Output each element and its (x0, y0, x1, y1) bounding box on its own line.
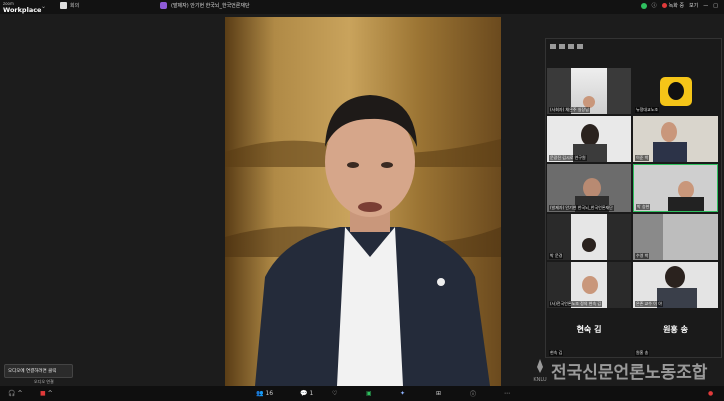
video-button[interactable]: ■ ^ (40, 389, 53, 398)
info-icon: ⓘ (470, 391, 477, 398)
participant-tile[interactable]: 은존 교수 이 야 (633, 262, 718, 308)
gallery-toolbar (546, 39, 721, 53)
heart-icon: ♡ (332, 390, 338, 397)
participant-tile[interactable]: 박 문경 (547, 214, 631, 260)
participant-tile[interactable]: 원홍 송 원홍 송 (633, 310, 718, 357)
home-tab[interactable]: 회의 (60, 2, 79, 9)
react-button[interactable]: ♡ (332, 389, 337, 398)
zoom-brand[interactable]: zoom Workplace (3, 1, 41, 13)
participant-tile[interactable]: (사회자) 채은주 실장님 (547, 68, 631, 114)
gallery-view-icon[interactable] (550, 43, 556, 49)
title-bar: zoom Workplace ⌄ 회의 (발제자) 안기현 한국뇌_한국언론재단… (0, 0, 724, 14)
participant-tile[interactable]: 수영 박 (633, 214, 718, 260)
tooltip-text: 오디오에 연결하려면 클릭 (8, 369, 57, 374)
participant-tile[interactable]: (발제자) 안기현 한국뇌_한국언론재단 (547, 164, 631, 212)
union-watermark: KNLU 전국신문언론노동조합 (533, 358, 707, 383)
whiteboard-button[interactable]: ⓘ (470, 389, 476, 398)
top-right-controls: ⓘ 녹화 중 보기 — □ (640, 2, 718, 9)
record-label: 녹화 중 (668, 3, 685, 9)
home-icon (60, 2, 67, 9)
participant-name: 박 문경 (549, 253, 564, 259)
chevron-up-icon[interactable]: ^ (48, 390, 53, 397)
collapse-icon[interactable] (577, 43, 583, 49)
record-dot-icon (661, 3, 667, 8)
ai-companion-button[interactable]: ✦ (400, 389, 405, 398)
participant-big-name: 원홍 송 (663, 325, 688, 334)
participant-tile[interactable]: 현숙 김 현숙 김 (547, 310, 631, 357)
chat-icon: 💬 (300, 390, 308, 397)
participants-button[interactable]: 👥 16 (256, 389, 273, 398)
participant-name: 뉴정대교노조 (635, 107, 660, 113)
maximize-icon[interactable]: □ (713, 3, 718, 9)
meeting-icon (160, 2, 167, 9)
tooltip-sub: 오디오 연결 (34, 379, 54, 384)
brand-name: Workplace (3, 6, 42, 14)
share-button[interactable]: ▣ (366, 389, 372, 398)
participant-tile[interactable]: 문광진 김시로 연구원 (547, 116, 631, 162)
union-name: 전국신문언론노동조합 (551, 363, 708, 383)
video-off-icon: ■ (40, 390, 46, 397)
participant-name: 박 승현 (636, 204, 651, 210)
participants-count: 16 (265, 390, 274, 397)
participant-name: 이준 박 (635, 155, 650, 161)
speaker-video[interactable] (225, 17, 501, 386)
grid-view-icon[interactable] (568, 43, 574, 49)
recording-indicator[interactable]: 녹화 중 (661, 2, 685, 9)
more-button[interactable]: ⋯ (504, 389, 510, 398)
union-logo: KNLU (533, 358, 547, 383)
union-abbr: KNLU (533, 377, 547, 383)
minimize-icon[interactable]: — (703, 3, 708, 9)
more-icon: ⋯ (504, 390, 510, 397)
participant-name: 현숙 김 (549, 350, 564, 356)
chat-button[interactable]: 💬 1 (300, 389, 313, 398)
participant-tile-active[interactable]: 박 승현 (633, 164, 718, 212)
participant-tile[interactable]: 뉴정대교노조 (633, 68, 718, 114)
leave-icon: ● (708, 390, 714, 397)
participant-name: 문광진 김시로 연구원 (549, 155, 587, 161)
leave-button[interactable]: ● (708, 389, 713, 398)
home-label: 회의 (70, 3, 80, 9)
audio-button[interactable]: 🎧 ^ (8, 389, 23, 398)
audio-tooltip: 오디오에 연결하려면 클릭 (4, 364, 73, 378)
meeting-tab[interactable]: (발제자) 안기현 한국뇌_한국언론재단 (160, 2, 250, 9)
headphones-icon: 🎧 (8, 390, 16, 397)
chat-count: 1 (309, 390, 314, 397)
meeting-title: (발제자) 안기현 한국뇌_한국언론재단 (171, 3, 250, 9)
speaker-view-icon[interactable] (559, 43, 565, 49)
view-button[interactable]: 보기 (689, 2, 698, 9)
meeting-toolbar: 🎧 ^ ■ ^ 👥 16 💬 1 ♡ ▣ ✦ ⊞ ⓘ ⋯ ● (0, 386, 724, 401)
chevron-up-icon[interactable]: ^ (17, 390, 22, 397)
participant-name: 원홍 송 (635, 350, 650, 356)
speaker-person (255, 95, 490, 386)
participant-name: (사)전국언론노조 정의 현숙 김 (549, 301, 603, 307)
participant-tile[interactable]: 이준 박 (633, 116, 718, 162)
apps-icon: ⊞ (436, 390, 442, 397)
participant-big-name: 현숙 김 (576, 325, 602, 334)
participant-name: 수영 박 (635, 253, 650, 259)
chevron-down-icon[interactable]: ⌄ (41, 3, 46, 10)
security-shield-icon[interactable] (640, 2, 647, 9)
pen-icon (537, 359, 543, 373)
participant-name: (발제자) 안기현 한국뇌_한국언론재단 (549, 205, 614, 211)
share-screen-icon: ▣ (366, 390, 372, 397)
participant-tile[interactable]: (사)전국언론노조 정의 현숙 김 (547, 262, 631, 308)
apps-button[interactable]: ⊞ (436, 389, 441, 398)
participant-name: 은존 교수 이 야 (635, 301, 663, 307)
info-icon[interactable]: ⓘ (652, 2, 657, 9)
sparkle-icon: ✦ (400, 390, 406, 397)
participants-icon: 👥 (256, 390, 264, 397)
participant-name: (사회자) 채은주 실장님 (549, 107, 590, 113)
